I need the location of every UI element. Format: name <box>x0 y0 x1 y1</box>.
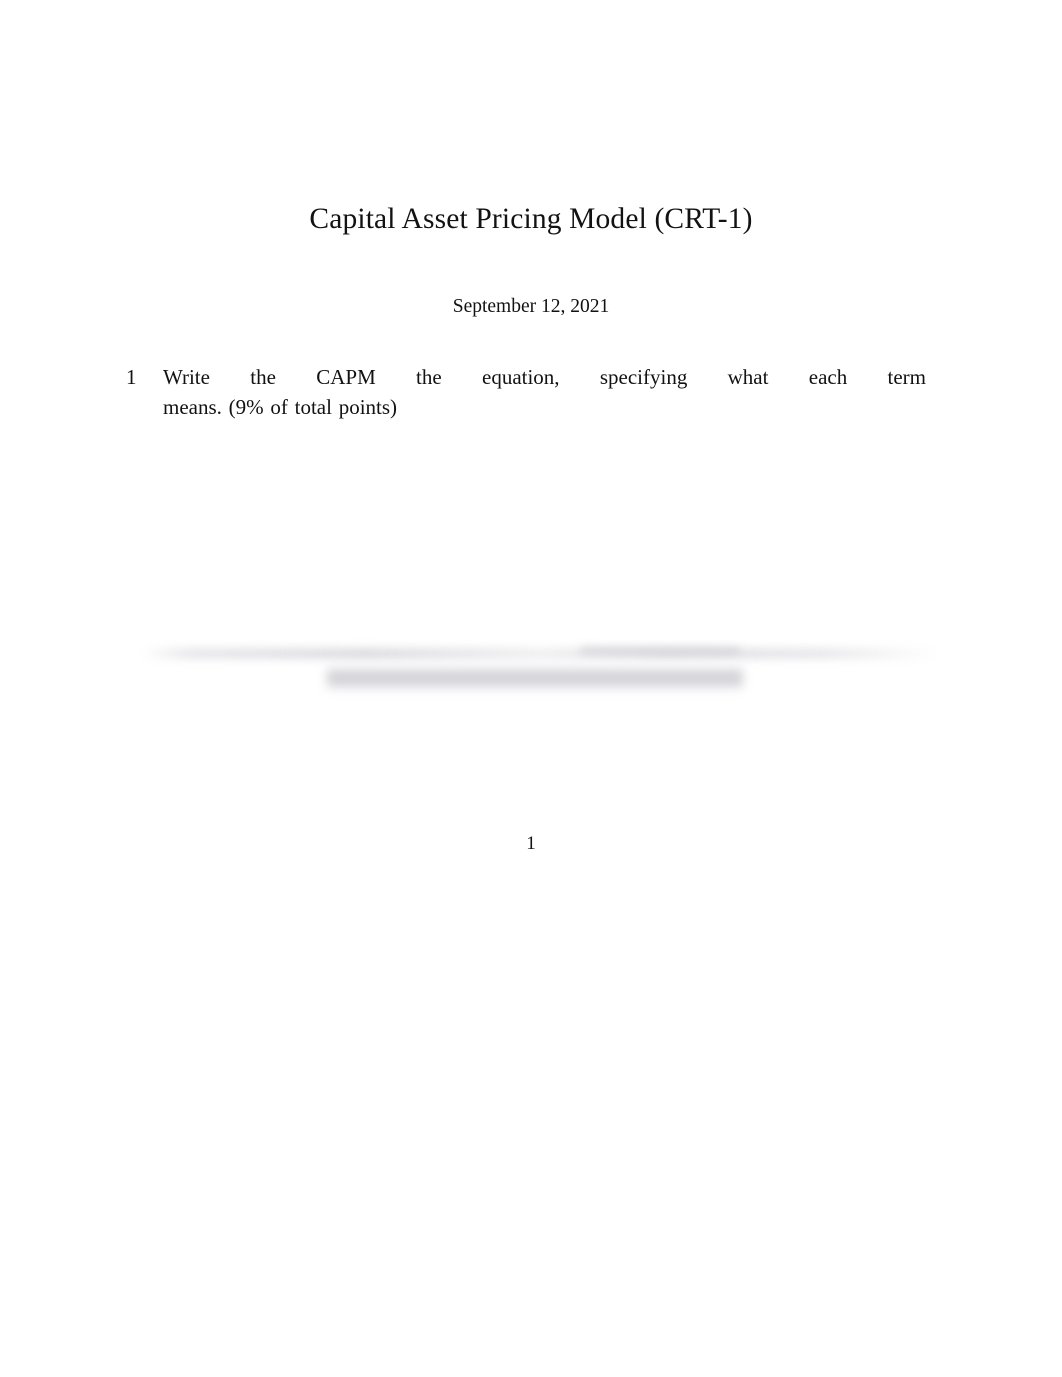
question-number: 1 <box>126 365 137 389</box>
page-number: 1 <box>526 833 536 854</box>
question-text-line-2: means. (9% of total points) <box>163 395 398 419</box>
document-page: Capital Asset Pricing Model (CRT-1) Sept… <box>0 0 1062 1377</box>
question-list: 1 Write the CAPM the equation, specifyin… <box>126 362 926 422</box>
redacted-region-upper <box>142 648 937 659</box>
page-title: Capital Asset Pricing Model (CRT-1) <box>309 203 753 235</box>
question-text-line-1: Write the CAPM the equation, specifying … <box>163 365 926 389</box>
document-date: September 12, 2021 <box>452 296 610 317</box>
question-item-1: 1 Write the CAPM the equation, specifyin… <box>126 362 926 422</box>
question-text: Write the CAPM the equation, specifying … <box>163 362 926 422</box>
redacted-region-lower <box>327 666 743 690</box>
redacted-region-mid <box>580 646 740 655</box>
